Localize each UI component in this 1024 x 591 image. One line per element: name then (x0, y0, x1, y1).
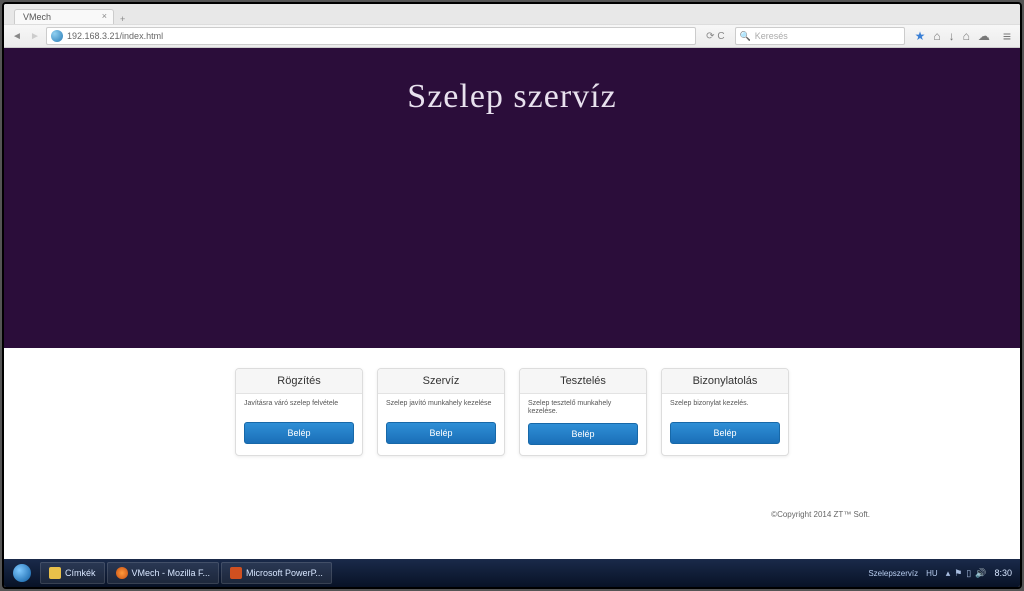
search-placeholder: Keresés (755, 31, 900, 41)
copyright-text: ©Copyright 2014 ZT™ Soft. (771, 510, 870, 519)
card-bizonylatolas: Bizonylatolás Szelep bizonylat kezelés. … (661, 368, 789, 456)
back-button[interactable]: ◄ (10, 31, 24, 42)
folder-icon (49, 567, 61, 579)
forward-button[interactable]: ► (28, 31, 42, 42)
new-tab-button[interactable]: + (114, 14, 131, 24)
taskbar-item[interactable]: Címkék (40, 562, 105, 584)
reload-button[interactable]: ⟳ C (706, 31, 724, 42)
url-bar[interactable]: 192.168.3.21/index.html (46, 27, 696, 45)
search-bar[interactable]: 🔍 Keresés (735, 27, 905, 45)
card-teszteles: Tesztelés Szelep tesztelő munkahely keze… (519, 368, 647, 456)
card-title: Rögzítés (236, 369, 362, 394)
menu-button[interactable]: ≡ (1000, 28, 1014, 44)
page-title: Szelep szervíz (407, 78, 616, 348)
powerpoint-icon (230, 567, 242, 579)
taskbar-item[interactable]: VMech - Mozilla F... (107, 562, 220, 584)
enter-button[interactable]: Belép (244, 422, 354, 444)
volume-icon[interactable]: 🔊 (975, 568, 986, 579)
hero-banner: Szelep szervíz (4, 48, 1020, 348)
bookmark-star-icon[interactable]: ★ (915, 29, 926, 43)
card-desc: Szelep tesztelő munkahely kezelése. (528, 400, 638, 417)
pocket-icon[interactable]: ⌂ (933, 29, 940, 43)
card-row: Rögzítés Javításra váró szelep felvétele… (4, 368, 1020, 456)
toolbar-icons: ★ ⌂ ↓ ⌂ ☁ (909, 29, 996, 43)
search-icon: 🔍 (740, 31, 751, 42)
card-title: Tesztelés (520, 369, 646, 394)
windows-logo-icon (13, 564, 31, 582)
chat-icon[interactable]: ☁ (978, 29, 990, 43)
card-desc: Szelep bizonylat kezelés. (670, 400, 780, 416)
language-indicator[interactable]: HU (926, 569, 938, 578)
url-text: 192.168.3.21/index.html (67, 31, 163, 41)
taskbar-item-label: Címkék (65, 568, 96, 578)
chevron-up-icon[interactable]: ▴ (946, 568, 951, 579)
tray-app-label[interactable]: Szelepszervíz (868, 569, 918, 578)
card-title: Bizonylatolás (662, 369, 788, 394)
download-icon[interactable]: ↓ (949, 29, 955, 43)
browser-toolbar: ◄ ► 192.168.3.21/index.html ⟳ C 🔍 Keresé… (4, 24, 1020, 48)
taskbar-item-label: Microsoft PowerP... (246, 568, 323, 578)
clock[interactable]: 8:30 (994, 568, 1012, 578)
card-desc: Javításra váró szelep felvétele (244, 400, 354, 416)
start-button[interactable] (4, 559, 40, 587)
enter-button[interactable]: Belép (528, 423, 638, 445)
network-icon[interactable]: ▯ (966, 568, 971, 579)
card-szerviz: Szervíz Szelep javító munkahely kezelése… (377, 368, 505, 456)
flag-icon[interactable]: ⚑ (954, 568, 962, 579)
enter-button[interactable]: Belép (670, 422, 780, 444)
card-title: Szervíz (378, 369, 504, 394)
home-icon[interactable]: ⌂ (963, 29, 970, 43)
windows-taskbar: Címkék VMech - Mozilla F... Microsoft Po… (4, 559, 1020, 587)
page-content: Szelep szervíz Rögzítés Javításra váró s… (4, 48, 1020, 559)
firefox-icon (116, 567, 128, 579)
globe-icon (51, 30, 63, 42)
browser-tab[interactable]: VMech × (14, 9, 114, 24)
taskbar-item-label: VMech - Mozilla F... (132, 568, 211, 578)
browser-tabstrip: VMech × + (4, 4, 1020, 24)
close-icon[interactable]: × (102, 11, 107, 21)
card-desc: Szelep javító munkahely kezelése (386, 400, 496, 416)
system-tray: Szelepszervíz HU ▴ ⚑ ▯ 🔊 8:30 (860, 568, 1020, 579)
enter-button[interactable]: Belép (386, 422, 496, 444)
card-rogzites: Rögzítés Javításra váró szelep felvétele… (235, 368, 363, 456)
tab-title: VMech (23, 12, 51, 22)
taskbar-item[interactable]: Microsoft PowerP... (221, 562, 332, 584)
